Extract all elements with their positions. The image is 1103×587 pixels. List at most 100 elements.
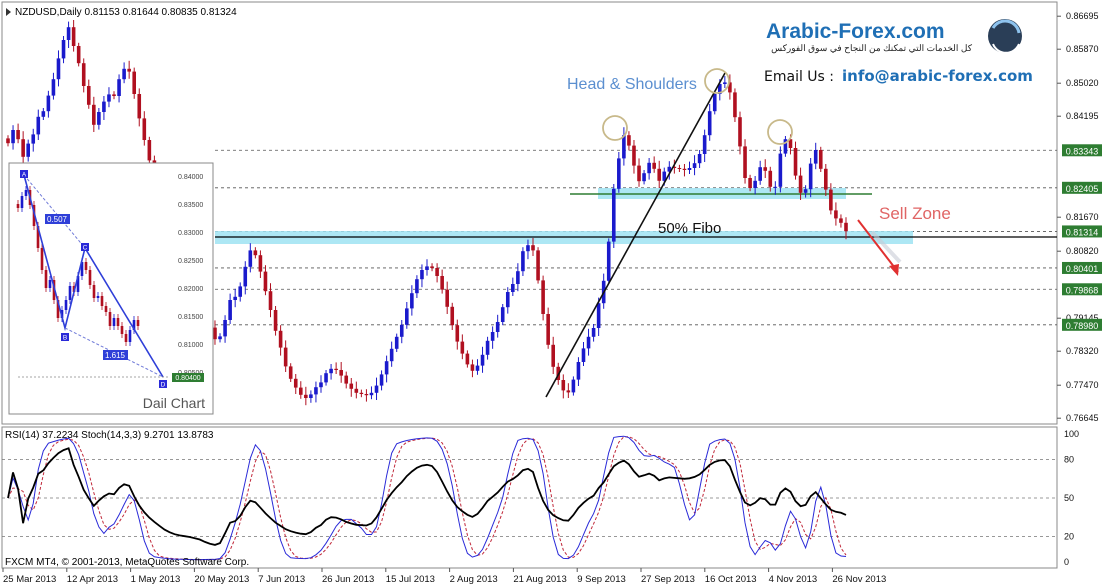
inset-candle-body — [88, 270, 92, 285]
candle-body — [278, 330, 283, 348]
candle-body — [384, 361, 389, 375]
candle-body — [425, 266, 429, 270]
inset-candle-body — [116, 318, 120, 326]
candle-body — [415, 279, 419, 294]
candle-body — [748, 178, 752, 188]
candle-body — [243, 266, 248, 287]
inset-candle-body — [100, 296, 104, 306]
candle-body — [41, 111, 46, 117]
inset-ratio1: 0.507 — [47, 215, 68, 224]
time-tick-label: 2 Aug 2013 — [450, 574, 498, 585]
candle-body — [475, 365, 480, 371]
candle-body — [6, 138, 10, 144]
candle-body — [329, 368, 333, 374]
time-tick-label: 26 Nov 2013 — [832, 574, 886, 585]
email-address[interactable]: info@arabic-forex.com — [842, 67, 1033, 85]
price-tick-label: 0.85020 — [1066, 78, 1099, 88]
candle-body — [450, 306, 455, 326]
candle-body — [334, 368, 338, 370]
candle-body — [430, 266, 434, 268]
inset-tick-label: 0.81500 — [178, 314, 203, 321]
candle-body — [566, 390, 571, 393]
fibo-label: 50% Fibo — [658, 220, 721, 237]
candle-body — [622, 135, 626, 159]
inset-point-label: B — [63, 335, 67, 342]
time-tick-label: 9 Sep 2013 — [577, 574, 626, 585]
candle-body — [642, 173, 646, 182]
inset-tick-label: 0.82500 — [178, 258, 203, 265]
candle-body — [233, 296, 237, 300]
candle-body — [283, 347, 288, 367]
inset-candle-body — [44, 270, 48, 288]
candle-body — [505, 292, 510, 308]
inset-point: B — [61, 333, 69, 342]
price-tick-label: 0.84195 — [1066, 111, 1099, 121]
candle-body — [798, 175, 803, 193]
candle-body — [682, 168, 687, 170]
candle-body — [596, 303, 601, 328]
inset-point: C — [81, 243, 89, 252]
candle-body — [541, 280, 545, 314]
candle — [818, 146, 823, 172]
candle-body — [253, 250, 258, 256]
sell-zone-label: Sell Zone — [879, 204, 951, 223]
indicator-label: RSI(14) 37.2234 Stoch(14,3,3) 9.2701 13.… — [5, 430, 214, 441]
candle-body — [657, 168, 662, 181]
candle-body — [551, 344, 556, 367]
indicator-level-label: 0 — [1064, 557, 1069, 567]
price-tick-label: 0.78320 — [1066, 346, 1099, 356]
inset-price-tag-text: 0.80400 — [175, 375, 200, 382]
candle-body — [536, 250, 540, 281]
candle-body — [778, 153, 783, 187]
candle-body — [319, 382, 323, 388]
candle-body — [132, 71, 137, 94]
candle-body — [36, 116, 41, 135]
candle — [76, 42, 81, 67]
price-tick-label: 0.86695 — [1066, 11, 1099, 21]
inset-chart: 0.84000 0.83500 0.83000 0.82500 0.82000 0.815… — [8, 162, 214, 415]
candle-body — [763, 167, 768, 171]
candle-body — [617, 158, 621, 189]
inset-candle-body — [92, 285, 96, 298]
candle-body — [213, 327, 217, 340]
candle-body — [359, 392, 364, 394]
candle-body — [86, 86, 91, 105]
candle-body — [712, 94, 717, 112]
time-tick-label: 12 Apr 2013 — [67, 574, 118, 585]
inset-candle-body — [68, 286, 72, 300]
inset-point-label: C — [83, 245, 88, 252]
candle-body — [97, 112, 101, 125]
candle-body — [399, 324, 404, 337]
candle-body — [309, 394, 313, 398]
candle-body — [829, 189, 833, 211]
candle-body — [824, 168, 828, 190]
brand-name: Arabic-Forex.com — [766, 20, 945, 43]
candle-body — [344, 375, 349, 384]
candle-body — [692, 163, 697, 168]
candle-body — [374, 385, 379, 393]
time-tick-label: 26 Jun 2013 — [322, 574, 374, 585]
inset-candle-body — [124, 334, 128, 342]
price-tick-label: 0.77470 — [1066, 380, 1099, 390]
head-shoulders-label: Head & Shoulders — [567, 76, 697, 93]
inset-caption: Dail Chart — [143, 395, 205, 411]
candle-body — [839, 218, 843, 223]
inset-candle-body — [48, 280, 52, 288]
inset-point-label: D — [161, 382, 166, 389]
candle-body — [51, 79, 56, 96]
candle-body — [500, 307, 505, 322]
indicator-frame — [1, 426, 1058, 569]
candle-body — [490, 332, 495, 341]
candle-body — [16, 130, 20, 140]
time-tick-label: 1 May 2013 — [131, 574, 181, 585]
price-tag-label: 0.82405 — [1066, 184, 1099, 194]
candle-body — [455, 325, 460, 342]
candle-body — [470, 364, 475, 371]
time-tick-label: 16 Oct 2013 — [705, 574, 757, 585]
candle-body — [803, 189, 808, 193]
candle-body — [46, 95, 51, 112]
price-tick-label: 0.76645 — [1066, 413, 1099, 423]
candle-body — [743, 146, 747, 178]
candle-body — [405, 308, 409, 325]
candle-body — [521, 251, 525, 272]
